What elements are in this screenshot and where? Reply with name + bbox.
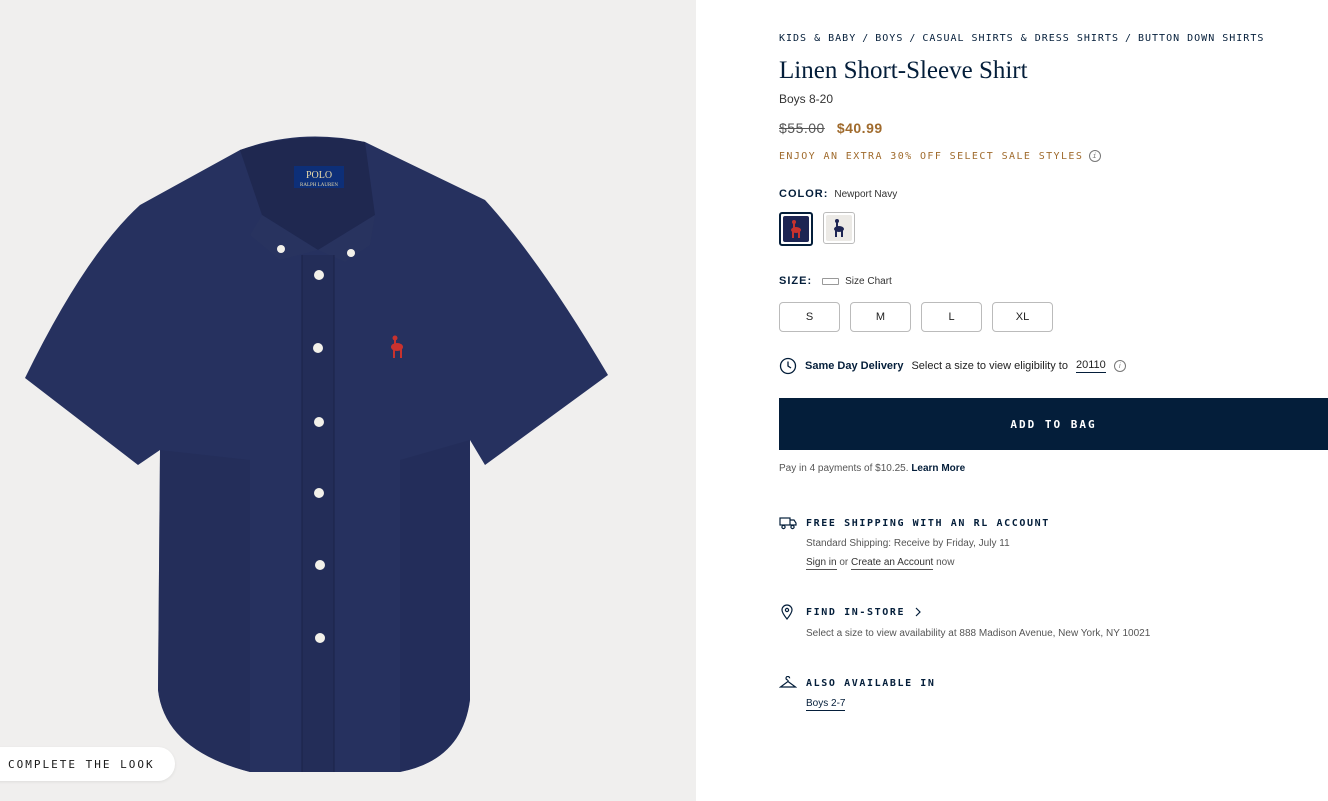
- same-day-delivery: Same Day Delivery Select a size to view …: [779, 357, 1126, 375]
- product-details: KIDS & BABY / BOYS / CASUAL SHIRTS & DRESS S…: [779, 0, 1328, 801]
- complete-the-look-button[interactable]: COMPLETE THE LOOK: [0, 747, 175, 781]
- store-line: Select a size to view availability at 88…: [806, 628, 1151, 639]
- info-icon[interactable]: i: [1113, 360, 1126, 372]
- create-account-link[interactable]: Create an Account: [851, 557, 934, 570]
- breadcrumb-item[interactable]: BOYS: [875, 33, 903, 44]
- ruler-icon: [822, 277, 840, 285]
- breadcrumb-item[interactable]: CASUAL SHIRTS & DRESS SHIRTS: [922, 33, 1119, 44]
- size-chart-label: Size Chart: [845, 275, 892, 287]
- size-option-xl[interactable]: XL: [992, 302, 1053, 332]
- size-option-l[interactable]: L: [921, 302, 982, 332]
- product-subtitle: Boys 8-20: [779, 92, 834, 106]
- product-title: Linen Short-Sleeve Shirt: [779, 57, 1028, 84]
- color-label-title: COLOR:: [779, 188, 829, 200]
- add-to-bag-button[interactable]: ADD TO BAG: [779, 398, 1328, 450]
- svg-text:RALPH LAUREN: RALPH LAUREN: [300, 183, 338, 188]
- product-image-panel[interactable]: POLO RALPH LAUREN COMPLETE THE LOOK: [0, 0, 696, 801]
- delivery-zip-link[interactable]: 20110: [1075, 359, 1106, 373]
- complete-look-label: COMPLETE THE LOOK: [8, 757, 155, 771]
- breadcrumb-item[interactable]: BUTTON DOWN SHIRTS: [1138, 33, 1264, 44]
- hanger-icon: [779, 676, 797, 688]
- shipping-block: FREE SHIPPING WITH AN RL ACCOUNT Standar…: [779, 516, 1050, 570]
- size-options: S M L XL: [779, 302, 1053, 332]
- shipping-now: now: [936, 557, 955, 568]
- pony-logo-icon: [834, 219, 844, 237]
- promo-text: ENJOY AN EXTRA 30% OFF SELECT SALE STYLE…: [779, 150, 1084, 162]
- shipping-account-line: Sign in or Create an Account now: [806, 557, 1050, 570]
- pony-logo-icon: [791, 220, 801, 238]
- installments-text: Pay in 4 payments of $10.25.: [779, 463, 909, 474]
- info-icon[interactable]: i: [1089, 150, 1102, 162]
- price-original: $55.00: [779, 120, 825, 136]
- swatch-white[interactable]: [823, 212, 855, 244]
- also-available-block: ALSO AVAILABLE IN Boys 2-7: [779, 676, 936, 711]
- size-option-s[interactable]: S: [779, 302, 840, 332]
- delivery-title: Same Day Delivery: [805, 360, 904, 372]
- breadcrumb-separator: /: [909, 33, 917, 44]
- truck-icon: [779, 517, 797, 530]
- svg-text:POLO: POLO: [306, 170, 332, 181]
- boys-2-7-link[interactable]: Boys 2-7: [806, 698, 846, 711]
- delivery-text: Select a size to view eligibility to: [911, 360, 1068, 372]
- size-chart-link[interactable]: Size Chart: [822, 276, 892, 287]
- sign-in-link[interactable]: Sign in: [806, 557, 837, 570]
- swatch-newport-navy[interactable]: [779, 212, 813, 246]
- find-in-store-link[interactable]: FIND IN-STORE: [779, 604, 1150, 620]
- map-pin-icon: [781, 604, 793, 620]
- size-option-m[interactable]: M: [850, 302, 911, 332]
- shipping-title: FREE SHIPPING WITH AN RL ACCOUNT: [806, 517, 1050, 529]
- breadcrumb-separator: /: [1124, 33, 1132, 44]
- swatch-white-fill: [826, 215, 852, 241]
- promo-message: ENJOY AN EXTRA 30% OFF SELECT SALE STYLE…: [779, 150, 1102, 162]
- chevron-right-icon: [915, 607, 921, 617]
- also-available-title: ALSO AVAILABLE IN: [806, 677, 936, 689]
- installments-message: Pay in 4 payments of $10.25. Learn More: [779, 463, 965, 474]
- color-label: COLOR: Newport Navy: [779, 188, 897, 200]
- price-row: $55.00 $40.99: [779, 120, 883, 136]
- shipping-line: Standard Shipping: Receive by Friday, Ju…: [806, 538, 1010, 549]
- shipping-or: or: [839, 557, 849, 568]
- price-sale: $40.99: [836, 120, 883, 136]
- also-available-line: Boys 2-7: [806, 698, 936, 711]
- learn-more-link[interactable]: Learn More: [911, 463, 965, 474]
- swatch-navy-fill: [783, 216, 809, 242]
- breadcrumb-item[interactable]: KIDS & BABY: [779, 33, 856, 44]
- shirt-image: POLO RALPH LAUREN: [25, 136, 608, 773]
- breadcrumb: KIDS & BABY / BOYS / CASUAL SHIRTS & DRESS S…: [779, 33, 1264, 44]
- size-label: SIZE: Size Chart: [779, 275, 892, 287]
- breadcrumb-separator: /: [862, 33, 870, 44]
- clock-icon: [779, 357, 797, 375]
- store-title: FIND IN-STORE: [806, 606, 906, 618]
- size-label-title: SIZE:: [779, 275, 813, 287]
- color-selected-value: Newport Navy: [834, 189, 898, 200]
- color-swatches: [779, 212, 855, 246]
- find-in-store-block: FIND IN-STORE Select a size to view avai…: [779, 604, 1150, 639]
